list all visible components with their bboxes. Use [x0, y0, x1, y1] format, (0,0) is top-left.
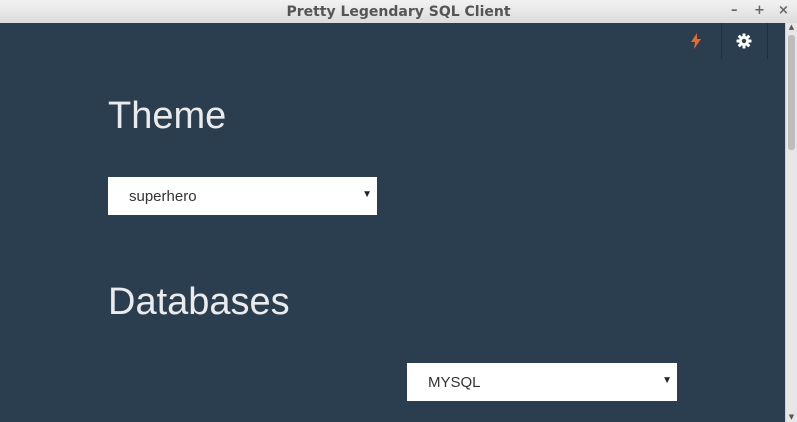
scroll-up-arrow-icon[interactable]: ▲ — [786, 23, 797, 32]
settings-button[interactable] — [721, 23, 767, 59]
window-title: Pretty Legendary SQL Client — [286, 4, 511, 20]
theme-select[interactable]: superhero ▼ — [108, 177, 377, 215]
maximize-button[interactable]: + — [754, 3, 765, 18]
lightning-icon — [691, 33, 701, 49]
connect-button[interactable] — [673, 23, 719, 59]
vertical-scrollbar[interactable]: ▲ ▼ — [785, 23, 797, 422]
theme-heading: Theme — [108, 95, 227, 137]
window-titlebar[interactable]: Pretty Legendary SQL Client – + × — [0, 0, 797, 24]
database-select-value: MYSQL — [428, 373, 481, 391]
settings-page: Theme superhero ▼ Databases MYSQL ▼ — [0, 23, 785, 422]
theme-select-value: superhero — [129, 187, 197, 205]
chevron-down-icon: ▼ — [362, 189, 372, 200]
toolbar-divider-right — [767, 23, 768, 59]
close-button[interactable]: × — [778, 3, 789, 18]
scrollbar-thumb[interactable] — [788, 35, 795, 150]
chevron-down-icon: ▼ — [662, 375, 672, 386]
minimize-button[interactable]: – — [731, 3, 738, 18]
databases-heading: Databases — [108, 281, 290, 323]
gear-icon — [736, 33, 752, 49]
database-select[interactable]: MYSQL ▼ — [407, 363, 677, 401]
scroll-down-arrow-icon[interactable]: ▼ — [786, 413, 797, 422]
